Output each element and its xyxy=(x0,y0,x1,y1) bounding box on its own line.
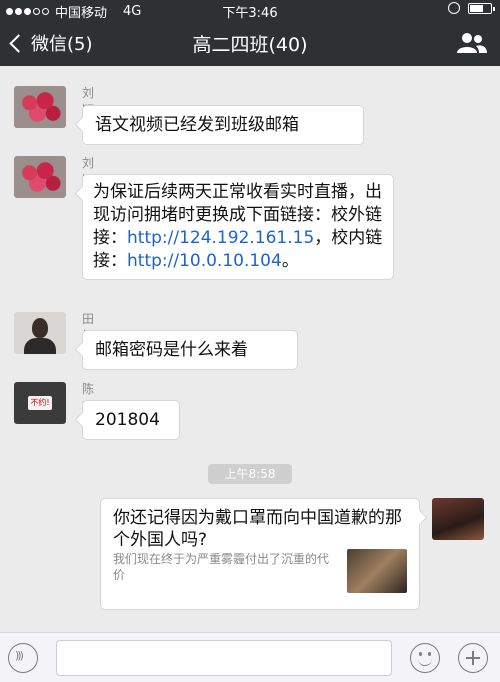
battery-icon xyxy=(468,2,495,14)
avatar[interactable]: 不约! xyxy=(14,382,66,424)
nav-bar: 微信(5) 高二四班(40) xyxy=(0,20,500,66)
card-title: 你还记得因为戴口罩而向中国道歉的那个外国人吗? xyxy=(113,508,402,550)
plus-icon[interactable] xyxy=(458,643,488,673)
message-text: 。 xyxy=(281,251,299,271)
status-bar: 中国移动 4G 下午3:46 xyxy=(0,0,500,21)
link-external[interactable]: http://124.192.161.15 xyxy=(127,228,314,248)
link-internal[interactable]: http://10.0.10.104 xyxy=(127,251,282,271)
group-members-icon[interactable] xyxy=(456,32,488,54)
message-bubble[interactable]: 为保证后续两天正常收看实时直播，出现访问拥堵时更换成下面链接：校外链接：http… xyxy=(82,174,394,280)
card-description: 我们现在终于为严重雾霾付出了沉重的代价 xyxy=(113,552,330,582)
avatar[interactable] xyxy=(14,86,66,128)
status-time: 下午3:46 xyxy=(222,6,278,21)
avatar-sign-text: 不约! xyxy=(28,396,52,410)
emoji-icon[interactable] xyxy=(410,643,440,673)
avatar[interactable] xyxy=(432,498,484,540)
chat-title: 高二四班(40) xyxy=(192,34,308,56)
message-bubble[interactable]: 语文视频已经发到班级邮箱 xyxy=(82,105,364,145)
time-divider: 上午8:58 xyxy=(208,464,292,484)
message-bubble[interactable]: 邮箱密码是什么来着 xyxy=(82,330,298,370)
message-bubble[interactable]: 201804 xyxy=(82,400,180,440)
avatar[interactable] xyxy=(14,156,66,198)
shared-article-card[interactable]: 你还记得因为戴口罩而向中国道歉的那个外国人吗? 我们现在终于为严重雾霾付出了沉重… xyxy=(100,498,420,610)
card-thumbnail xyxy=(347,549,407,593)
message-input[interactable] xyxy=(56,640,392,676)
status-right xyxy=(448,2,495,14)
voice-icon[interactable] xyxy=(8,643,38,673)
avatar[interactable] xyxy=(14,312,66,354)
rotation-lock-icon xyxy=(448,2,460,14)
input-bar xyxy=(0,632,500,682)
